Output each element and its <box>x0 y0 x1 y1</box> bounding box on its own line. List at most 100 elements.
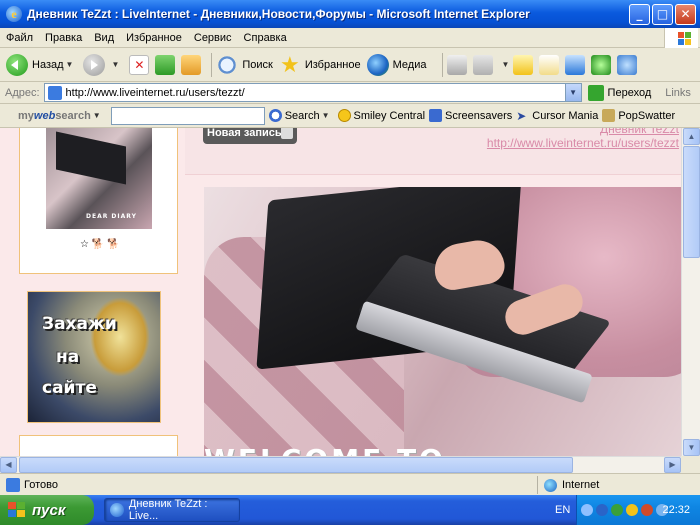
print-icon[interactable] <box>447 54 468 75</box>
address-label: Адрес: <box>5 86 40 99</box>
banner-line-3: сайте <box>42 378 97 398</box>
back-button[interactable]: Назад ▼ <box>6 53 77 76</box>
anime-girl-image <box>90 297 150 377</box>
popswatter-icon <box>602 109 616 122</box>
gear-icon[interactable] <box>591 54 612 75</box>
close-button[interactable]: ✕ <box>675 4 696 25</box>
windows-flag-icon <box>8 502 26 518</box>
menu-tools[interactable]: Сервис <box>188 32 238 44</box>
taskbar-window-button[interactable]: Дневник TeZzt : Live... <box>104 498 240 522</box>
zone-label: Internet <box>562 479 600 491</box>
page-icon <box>47 85 62 100</box>
websearch-button[interactable]: Search ▼ <box>268 109 334 122</box>
search-dropdown-icon[interactable]: ▼ <box>322 111 330 120</box>
main-frame: WELCOME TO <box>185 174 681 456</box>
forward-dropdown-icon[interactable]: ▼ <box>111 60 119 69</box>
cursor-mania-button[interactable]: ➤ Cursor Mania <box>516 109 599 123</box>
popswatter-button[interactable]: PopSwatter <box>602 109 675 122</box>
sidebar-box <box>19 435 178 456</box>
language-indicator[interactable]: EN <box>555 504 570 516</box>
menu-favorites[interactable]: Избранное <box>120 32 188 44</box>
laptop-image <box>56 131 126 185</box>
pencil-icon <box>281 128 293 139</box>
edit-page-icon[interactable] <box>473 54 494 75</box>
research-icon[interactable] <box>539 54 560 75</box>
magnifier-icon <box>216 53 239 76</box>
maximize-button[interactable]: □ <box>652 4 673 25</box>
security-zone: Internet <box>537 476 599 494</box>
avatar-caption: DEAR DIARY <box>86 213 137 220</box>
scroll-down-icon[interactable]: ▼ <box>683 439 700 456</box>
status-text: Готово <box>24 478 58 491</box>
avatar[interactable]: DEAR DIARY <box>46 128 152 229</box>
site-banner[interactable]: Захажи на сайте <box>27 291 161 423</box>
star-icon: ★ <box>279 51 300 77</box>
standard-toolbar: Назад ▼ ▼ ✕ Поиск ★ Избранное Медиа ▼ <box>0 48 700 82</box>
page-done-icon <box>6 477 20 492</box>
start-button[interactable]: пуск <box>0 495 94 525</box>
brand-dropdown-icon[interactable]: ▼ <box>93 111 101 120</box>
media-button[interactable]: Медиа <box>366 53 426 76</box>
clock[interactable]: 22:32 <box>662 504 690 516</box>
internet-globe-icon <box>544 478 557 492</box>
scroll-left-icon[interactable]: ◀ <box>0 457 17 473</box>
refresh-icon[interactable] <box>155 54 176 75</box>
volume-icon[interactable] <box>626 504 638 516</box>
magnifier-icon <box>268 109 282 122</box>
vertical-scroll-thumb[interactable] <box>683 146 700 258</box>
tray-expand-icon[interactable] <box>581 504 593 516</box>
title-bar: e Дневник TeZzt : LiveInternet - Дневник… <box>0 0 700 28</box>
mywebsearch-toolbar: mywebsearch ▼ Search ▼ Smiley Central Sc… <box>0 104 700 128</box>
screensavers-label: Screensavers <box>445 109 513 122</box>
ie-logo-icon <box>110 503 124 517</box>
users-icon[interactable] <box>617 54 638 75</box>
vertical-scrollbar[interactable]: ▲ ▼ <box>681 128 700 456</box>
ie-logo-icon: e <box>6 6 22 22</box>
alert-icon[interactable] <box>641 504 653 516</box>
welcome-text: WELCOME TO <box>204 443 446 456</box>
screensavers-button[interactable]: Screensavers <box>429 109 512 122</box>
back-arrow-icon <box>6 53 28 76</box>
new-post-button[interactable]: Новая запись <box>203 128 297 144</box>
discuss-icon[interactable] <box>513 54 534 75</box>
address-input[interactable]: http://www.liveinternet.ru/users/tezzt/ … <box>43 83 582 102</box>
scroll-up-icon[interactable]: ▲ <box>683 128 700 145</box>
search-button[interactable]: Поиск <box>216 53 273 76</box>
forward-arrow-icon <box>83 53 106 76</box>
forward-button[interactable]: ▼ <box>83 53 123 76</box>
address-dropdown-icon[interactable]: ▼ <box>564 84 581 101</box>
cursor-label: Cursor Mania <box>532 109 599 122</box>
go-button[interactable]: Переход <box>587 84 652 101</box>
stop-icon[interactable]: ✕ <box>129 54 150 75</box>
blog-url-link[interactable]: http://www.liveinternet.ru/users/tezzt <box>487 136 679 150</box>
cursor-icon: ➤ <box>516 109 527 123</box>
links-toolbar[interactable]: Links <box>665 87 691 99</box>
toolbar-separator <box>211 52 213 77</box>
antivirus-icon[interactable] <box>611 504 623 516</box>
address-bar: Адрес: http://www.liveinternet.ru/users/… <box>0 82 700 104</box>
mywebsearch-logo[interactable]: mywebsearch <box>18 110 91 122</box>
smiley-central-button[interactable]: Smiley Central <box>337 109 425 122</box>
favorites-button[interactable]: ★ Избранное <box>279 51 361 77</box>
horizontal-scrollbar[interactable]: ◀ ▶ <box>0 456 681 473</box>
horizontal-scroll-thumb[interactable] <box>19 457 573 473</box>
blog-title-link[interactable]: Дневник TeZzt <box>487 128 679 136</box>
network-icon[interactable] <box>596 504 608 516</box>
websearch-input[interactable] <box>110 106 265 125</box>
menu-view[interactable]: Вид <box>88 32 120 44</box>
avatar-box: DEAR DIARY ☆ 🐕 🐕 <box>19 128 178 274</box>
scroll-right-icon[interactable]: ▶ <box>664 457 681 473</box>
menu-help[interactable]: Справка <box>238 32 293 44</box>
menu-file[interactable]: Файл <box>0 32 39 44</box>
back-dropdown-icon[interactable]: ▼ <box>66 60 74 69</box>
minimize-button[interactable]: _ <box>629 4 650 25</box>
menu-edit[interactable]: Правка <box>39 32 88 44</box>
messenger-icon[interactable] <box>565 54 586 75</box>
home-icon[interactable] <box>181 54 202 75</box>
address-url[interactable]: http://www.liveinternet.ru/users/tezzt/ <box>66 87 245 99</box>
go-label: Переход <box>607 86 652 99</box>
edit-dropdown-icon[interactable]: ▼ <box>501 60 509 69</box>
welcome-header-image: WELCOME TO <box>204 187 681 456</box>
banner-line-1: Захажи <box>42 314 117 334</box>
go-arrow-icon <box>587 84 604 101</box>
